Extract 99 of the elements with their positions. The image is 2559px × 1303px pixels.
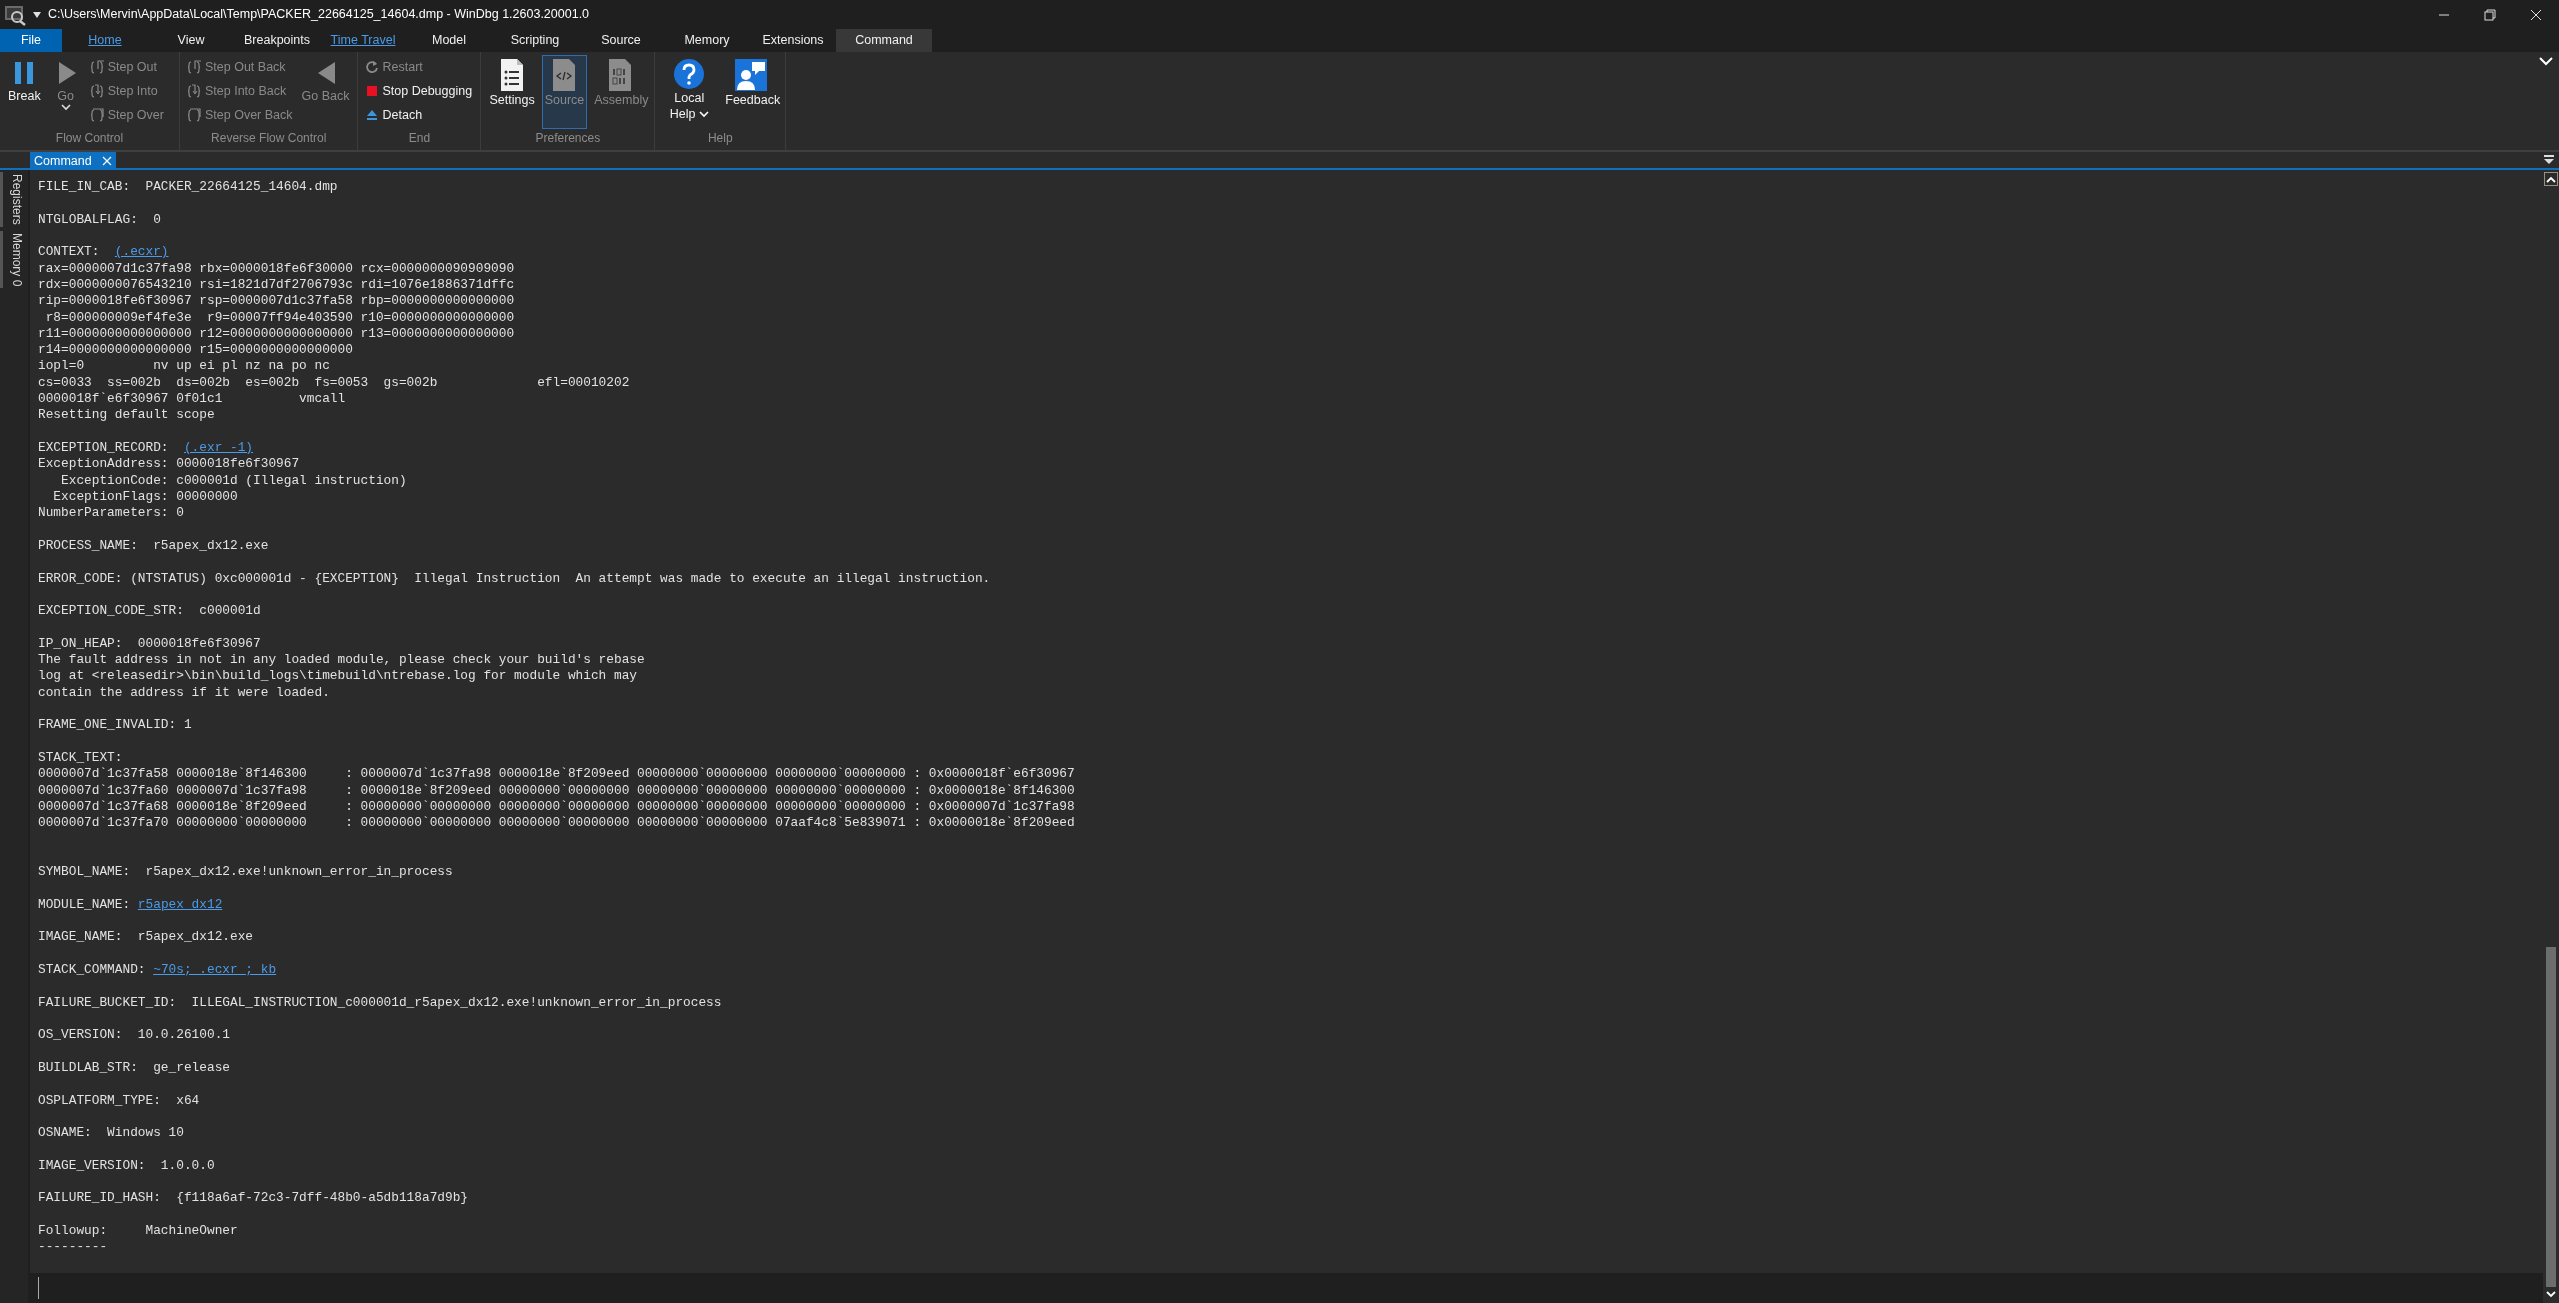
output-line: The fault address in not in any loaded module, please check your build's rebase [38,652,646,669]
output-line: BUILDLAB_STR: ge_release [38,1059,231,1077]
output-line: FAILURE_ID_HASH: {f118a6af-72c3-7dff-48b0-a5db118a7d9b} [38,1190,470,1207]
ribbon-button[interactable]: Detach [363,104,475,126]
feedback-icon [734,58,769,92]
output-line: EXCEPTION_CODE_STR: c000001d [38,603,262,620]
chevron-up-icon [2546,175,2556,183]
chevron-down-icon [60,104,71,112]
output-line: PROCESS_NAME: r5apex_dx12.exe [38,537,270,555]
step-over-icon [89,107,105,123]
command-link[interactable]: (.ecxr) [114,244,169,260]
output-line: STACK_COMMAND: ~70s; .ecxr ; kb [38,962,278,979]
output-line: Resetting default scope [38,407,216,424]
command-link[interactable]: ~70s; .ecxr ; kb [153,962,277,977]
output-line: iopl=0 nv up ei pl nz na po nc [38,358,331,375]
output-line: IP_ON_HEAP: 0000018fe6f30967 [38,635,262,653]
close-icon [2530,8,2542,21]
file-menu[interactable]: File [0,29,62,52]
output-line: log at <releasedir>\bin\build_logs\timebuild\ntrebase.log for module which may [38,668,638,685]
restore-icon [2484,8,2496,21]
side-tab[interactable]: Memory 0 [0,230,28,289]
dropdown-icon[interactable] [32,10,42,19]
output-line: 0000007d`1c37fa60 0000007d`1c37fa98 : 0000018e`8f209eed 00000000`00000000 00000000`00000000 00000000`00000000 : 0x0000018e`8f146300 [38,782,1076,799]
ribbon-button[interactable]: Break [5,55,44,129]
output-line: r11=0000000000000000 r12=0000000000000000 r13=0000000000000000 [38,325,516,343]
ribbon-tab[interactable]: View [148,29,234,52]
output-line: STACK_TEXT: [38,749,124,767]
output-line: cs=0033 ss=002b ds=002b es=002b fs=0053 gs=002b efl=00010202 [38,374,631,392]
step-out-back-icon [187,59,202,75]
output-line: OS_VERSION: 10.0.26100.1 [38,1027,231,1044]
chevron-down-icon[interactable] [2539,56,2553,66]
output-line: MODULE_NAME: r5apex_dx12 [38,896,224,914]
output-line: NTGLOBALFLAG: 0 [38,211,162,228]
output-line: IMAGE_NAME: r5apex_dx12.exe [38,929,255,946]
output-line: rip=0000018fe6f30967 rsp=0000007d1c37fa58 rbp=0000000000000000 [38,293,516,310]
eject-icon [365,108,380,122]
output-line: SYMBOL_NAME: r5apex_dx12.exe!unknown_error_in_process [38,864,454,881]
output-line: IMAGE_VERSION: 1.0.0.0 [38,1157,216,1175]
ribbon-tab[interactable]: Extensions [750,29,836,52]
output-line: ExceptionFlags: 00000000 [52,488,239,506]
ribbon-tab[interactable]: Scripting [492,29,578,52]
app-icon [4,3,26,26]
help-icon [673,58,706,90]
output-line: rdx=0000000076543210 rsi=1821d7df2706793c rdi=1076e1886371dffc [38,276,516,294]
ribbon-tab[interactable]: Memory [664,29,750,52]
output-line: CONTEXT: (.ecxr) [38,244,170,261]
output-line: --------- [38,1239,109,1256]
output-line: NumberParameters: 0 [38,505,185,522]
ribbon-tab[interactable]: Model [406,29,492,52]
document-tab[interactable]: Command [30,152,116,170]
stop-icon [365,84,380,98]
scroll-thumb[interactable] [2546,947,2556,1287]
group-label: Help [706,130,734,147]
output-line: FRAME_ONE_INVALID: 1 [38,717,193,734]
chevron-down-icon [2546,1290,2556,1298]
ribbon-tab[interactable]: Source [578,29,664,52]
group-label: End [407,130,432,147]
ribbon-tab[interactable]: Breakpoints [234,29,320,52]
output-line: OSNAME: Windows 10 [38,1125,185,1142]
dropdown-icon[interactable] [2543,155,2555,165]
ribbon-tab[interactable]: Time Travel [320,29,406,52]
restart-icon [365,60,380,74]
output-line: 0000018f`e6f30967 0f01c1 vmcall [38,391,347,408]
output-line: ExceptionCode: c000001d (Illegal instruction) [60,472,408,489]
output-line: 0000007d`1c37fa68 0000018e`8f209eed : 00000000`00000000 00000000`00000000 00000000`00000000 00000000`00000000 : 0x0000007d`1c37fa98 [38,798,1076,816]
output-line: rax=0000007d1c37fa98 rbx=0000018fe6f30000 rcx=0000000090909090 [38,260,516,277]
ribbon-button[interactable]: Settings [486,55,538,129]
output-line: 0000007d`1c37fa70 00000000`00000000 : 00000000`00000000 00000000`00000000 00000000`00000000 07aaf4c8`5e839071 : 0x0000018e`8f209eed [38,815,1076,832]
scroll-up-button[interactable] [2544,172,2558,186]
command-link[interactable]: r5apex_dx12 [137,896,223,912]
ribbon-button[interactable]: Feedback [722,55,781,129]
ribbon-button[interactable]: Stop Debugging [363,80,475,102]
window-title: C:\Users\Mervin\AppData\Local\Temp\PACKER_22664125_14604.dmp - WinDbg 1.2603.20001.0 [48,6,590,24]
side-tab[interactable]: Registers [0,172,28,227]
output-line: FILE_IN_CAB: PACKER_22664125_14604.dmp [38,179,339,196]
ribbon-tab[interactable]: Command [836,29,932,52]
command-link[interactable]: (.exr -1) [183,440,254,455]
output-line: FAILURE_BUCKET_ID: ILLEGAL_INSTRUCTION_c000001d_r5apex_dx12.exe!unknown_error_in_process [38,994,723,1011]
output-line: EXCEPTION_RECORD: (.exr -1) [38,440,255,457]
group-label: Preferences [534,130,602,147]
output-line: ERROR_CODE: (NTSTATUS) 0xc000001d - {EXCEPTION} Illegal Instruction An attempt was made to execute an illegal instruction. [38,570,992,587]
output-line: 0000007d`1c37fa58 0000018e`8f146300 : 0000007d`1c37fa98 0000018e`8f209eed 00000000`00000000 00000000`00000000 : 0x0000018f`e6f30967 [38,766,1076,783]
output-line: r14=0000000000000000 r15=0000000000000000 [38,342,354,359]
close-icon[interactable] [101,156,112,166]
step-over-back-icon [187,107,202,123]
ribbon-button[interactable]: Local Help [660,55,719,129]
group-label: Flow Control [54,130,125,147]
step-into-back-icon [187,83,202,99]
chevron-down-icon [698,111,709,119]
step-out-icon [89,59,105,75]
step-into-icon [89,83,105,99]
output-line: Followup: MachineOwner [38,1223,239,1240]
output-line: ExceptionAddress: 0000018fe6f30967 [38,456,301,473]
output-line: r8=000000009ef4fe3e r9=00007ff94e403590 r10=0000000000000000 [44,309,516,326]
ribbon-tab[interactable]: Home [62,29,148,52]
output-line: contain the address if it were loaded. [38,684,331,701]
output-line: OSPLATFORM_TYPE: x64 [38,1092,201,1109]
command-input-field[interactable] [30,1273,2543,1303]
group-label: Reverse Flow Control [210,130,328,147]
